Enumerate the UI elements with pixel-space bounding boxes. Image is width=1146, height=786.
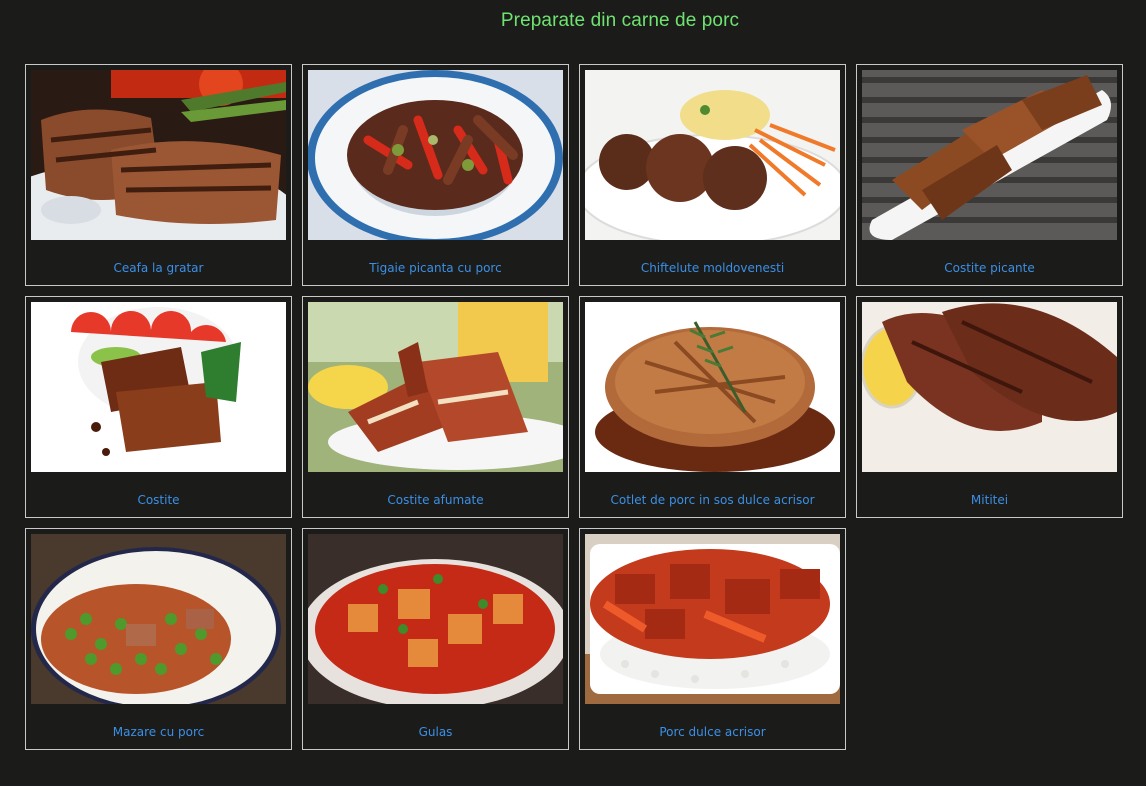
recipe-thumbnail[interactable]: [31, 534, 286, 704]
recipe-card[interactable]: Costite picante: [856, 64, 1123, 286]
recipe-link[interactable]: Cotlet de porc in sos dulce acrisor: [580, 493, 845, 507]
recipe-thumbnail[interactable]: [585, 302, 840, 472]
recipe-card[interactable]: Ceafa la gratar: [25, 64, 292, 286]
recipe-thumbnail[interactable]: [308, 534, 563, 704]
recipe-link[interactable]: Mititei: [857, 493, 1122, 507]
recipe-card[interactable]: Tigaie picanta cu porc: [302, 64, 569, 286]
recipe-card[interactable]: Costite afumate: [302, 296, 569, 518]
recipe-link[interactable]: Mazare cu porc: [26, 725, 291, 739]
recipe-thumbnail[interactable]: [31, 302, 286, 472]
recipe-card[interactable]: Mititei: [856, 296, 1123, 518]
recipe-link[interactable]: Chiftelute moldovenesti: [580, 261, 845, 275]
page-title: Preparate din carne de porc: [500, 10, 740, 31]
recipe-card[interactable]: Porc dulce acrisor: [579, 528, 846, 750]
recipe-thumbnail[interactable]: [862, 302, 1117, 472]
recipe-link[interactable]: Porc dulce acrisor: [580, 725, 845, 739]
recipe-card[interactable]: Cotlet de porc in sos dulce acrisor: [579, 296, 846, 518]
recipe-card[interactable]: Gulas: [302, 528, 569, 750]
recipe-thumbnail[interactable]: [862, 70, 1117, 240]
recipe-thumbnail[interactable]: [585, 70, 840, 240]
recipe-thumbnail[interactable]: [308, 302, 563, 472]
recipe-link[interactable]: Costite: [26, 493, 291, 507]
recipe-card[interactable]: Chiftelute moldovenesti: [579, 64, 846, 286]
recipe-thumbnail[interactable]: [31, 70, 286, 240]
recipe-thumbnail[interactable]: [585, 534, 840, 704]
recipe-card[interactable]: Mazare cu porc: [25, 528, 292, 750]
recipe-link[interactable]: Gulas: [303, 725, 568, 739]
recipe-card[interactable]: Costite: [25, 296, 292, 518]
recipe-link[interactable]: Ceafa la gratar: [26, 261, 291, 275]
recipe-link[interactable]: Costite picante: [857, 261, 1122, 275]
recipe-grid: Ceafa la gratar Tigaie picanta cu porc C…: [25, 64, 1123, 750]
recipe-link[interactable]: Tigaie picanta cu porc: [303, 261, 568, 275]
recipe-thumbnail[interactable]: [308, 70, 563, 240]
recipe-link[interactable]: Costite afumate: [303, 493, 568, 507]
